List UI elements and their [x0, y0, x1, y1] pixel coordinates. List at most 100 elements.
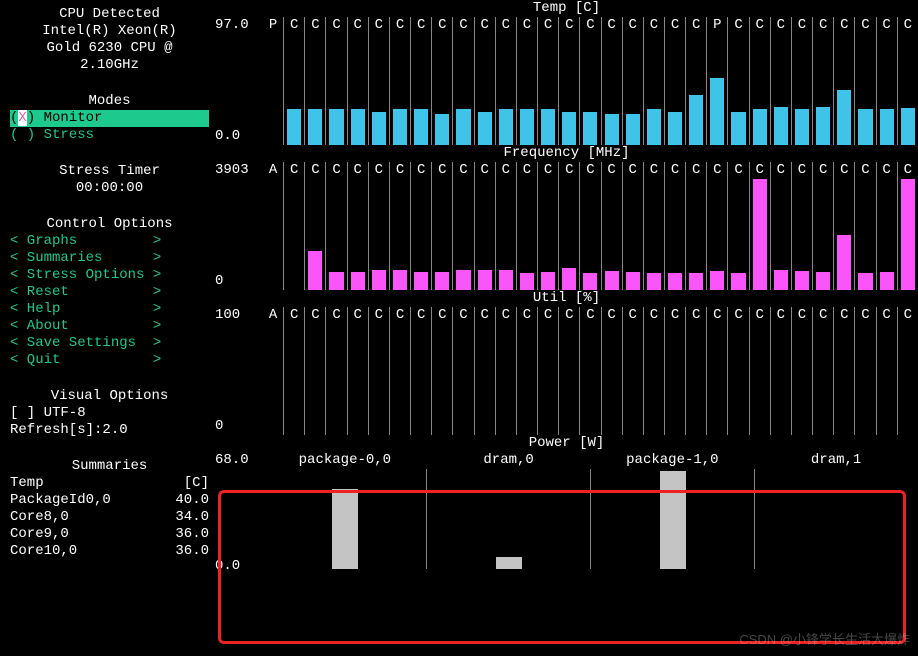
col-label: C	[898, 17, 918, 34]
y-min: 0.0	[215, 558, 263, 575]
bar-col	[580, 324, 601, 435]
menu-about[interactable]: < About >	[10, 318, 209, 335]
col-label: C	[792, 307, 813, 324]
bar-col	[538, 324, 559, 435]
col-label: C	[453, 307, 474, 324]
cpu-line1: Intel(R) Xeon(R)	[10, 23, 209, 40]
col-label: C	[813, 162, 834, 179]
col-label: C	[580, 307, 601, 324]
graph-title: Frequency [MHz]	[215, 145, 918, 162]
col-label: C	[305, 307, 326, 324]
utf8-option[interactable]: [ ] UTF-8	[10, 405, 209, 422]
bar-col	[348, 34, 369, 145]
col-label: C	[496, 17, 517, 34]
bar-col	[284, 324, 305, 435]
col-label: C	[855, 307, 876, 324]
col-label: C	[326, 17, 347, 34]
bar-col	[644, 179, 665, 290]
bar-col	[475, 179, 496, 290]
bar-col	[750, 179, 771, 290]
bar-col	[623, 34, 644, 145]
col-label: C	[877, 307, 898, 324]
bar-col	[813, 324, 834, 435]
col-label: C	[538, 162, 559, 179]
power-label: dram,1	[754, 452, 918, 469]
bar-col	[898, 324, 918, 435]
col-label: C	[898, 162, 918, 179]
menu-stress-options[interactable]: < Stress Options >	[10, 267, 209, 284]
col-label: C	[602, 307, 623, 324]
bar-col	[348, 324, 369, 435]
bar-col	[390, 179, 411, 290]
bar-col	[475, 324, 496, 435]
bar-col	[771, 34, 792, 145]
menu-save-settings[interactable]: < Save Settings >	[10, 335, 209, 352]
bar-col	[453, 179, 474, 290]
col-label: C	[432, 162, 453, 179]
col-label: C	[559, 162, 580, 179]
menu-graphs[interactable]: < Graphs >	[10, 233, 209, 250]
col-label: C	[453, 17, 474, 34]
bar-col	[602, 179, 623, 290]
bar-col	[326, 324, 347, 435]
bar-col	[834, 179, 855, 290]
power-bar-col	[263, 469, 427, 569]
bar-col	[728, 34, 749, 145]
menu-reset[interactable]: < Reset >	[10, 284, 209, 301]
graph-title: Temp [C]	[215, 0, 918, 17]
col-label: C	[898, 307, 918, 324]
visual-options-title: Visual Options	[10, 388, 209, 405]
bar-col	[580, 179, 601, 290]
y-max: 3903	[215, 162, 263, 179]
bar-col	[898, 34, 918, 145]
col-label: C	[877, 162, 898, 179]
bar-col	[728, 179, 749, 290]
col-label: C	[665, 17, 686, 34]
menu-help[interactable]: < Help >	[10, 301, 209, 318]
bar-col	[580, 34, 601, 145]
summary-row: Core10,036.0	[10, 543, 209, 560]
bar-col	[369, 324, 390, 435]
col-label: C	[728, 307, 749, 324]
bar-col	[602, 34, 623, 145]
col-label: C	[602, 17, 623, 34]
bar-col	[834, 34, 855, 145]
menu-summaries[interactable]: < Summaries >	[10, 250, 209, 267]
mode-stress[interactable]: ( ) Stress	[10, 127, 209, 144]
col-label: C	[792, 162, 813, 179]
bar-col	[517, 324, 538, 435]
bar-col	[369, 34, 390, 145]
col-label: C	[390, 17, 411, 34]
power-label: package-0,0	[263, 452, 427, 469]
bar-col	[390, 324, 411, 435]
bar-col	[644, 34, 665, 145]
col-label: C	[686, 162, 707, 179]
col-label: P	[707, 17, 728, 34]
col-label: C	[411, 17, 432, 34]
bar-col	[432, 34, 453, 145]
bar-col	[707, 324, 728, 435]
col-label: C	[771, 17, 792, 34]
bar-col	[898, 179, 918, 290]
col-label: C	[305, 162, 326, 179]
col-label: C	[771, 307, 792, 324]
col-label: C	[326, 307, 347, 324]
refresh-option[interactable]: Refresh[s]:2.0	[10, 422, 209, 439]
col-label: C	[771, 162, 792, 179]
col-label: C	[284, 162, 305, 179]
bar-col	[792, 34, 813, 145]
mode-monitor[interactable]: (X) Monitor	[10, 110, 209, 127]
col-label: C	[623, 307, 644, 324]
bar-col	[813, 34, 834, 145]
bar-col	[750, 324, 771, 435]
col-label: C	[665, 307, 686, 324]
y-max: 97.0	[215, 17, 263, 34]
bar-col	[665, 324, 686, 435]
menu-quit[interactable]: < Quit >	[10, 352, 209, 369]
col-label: C	[623, 162, 644, 179]
power-label: package-1,0	[591, 452, 755, 469]
col-label: C	[496, 162, 517, 179]
bar-col	[750, 34, 771, 145]
col-label: C	[390, 307, 411, 324]
graph-title: Power [W]	[215, 435, 918, 452]
